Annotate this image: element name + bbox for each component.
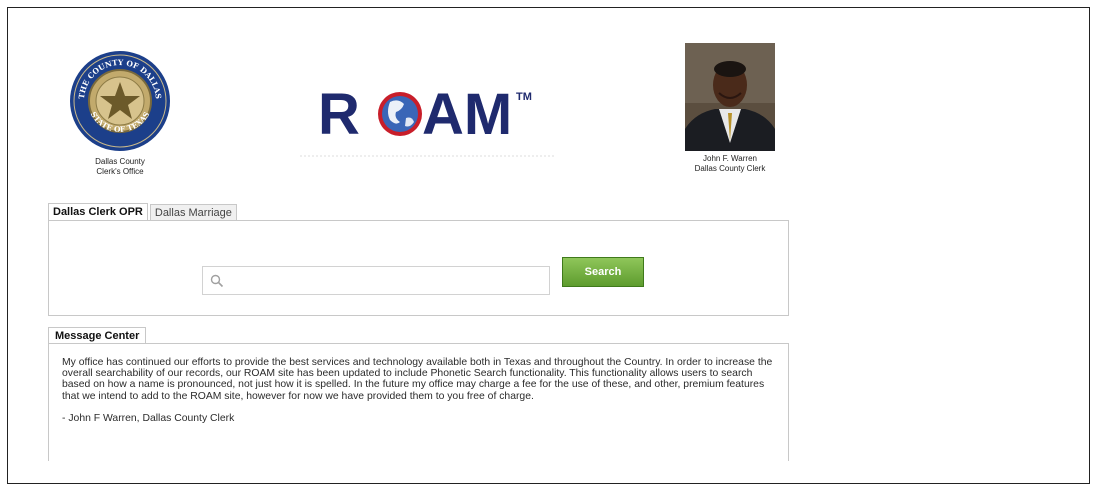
logo-letters-am: AM [422,82,512,147]
search-box[interactable] [202,266,550,295]
search-input[interactable] [224,267,549,294]
county-seal-block: THE COUNTY OF DALLAS STATE OF TEXAS Dall… [65,49,175,177]
search-button[interactable]: Search [562,257,644,287]
seal-caption: Dallas County Clerk's Office [65,157,175,177]
clerk-portrait-block: John F. Warren Dallas County Clerk [672,43,788,174]
logo-letter-r: R [318,82,360,147]
tab-dallas-marriage[interactable]: Dallas Marriage [149,204,237,221]
logo-trademark: TM [516,91,532,103]
clerk-portrait-photo [685,43,775,151]
page-frame: THE COUNTY OF DALLAS STATE OF TEXAS Dall… [7,7,1090,484]
seal-caption-line1: Dallas County [95,157,145,166]
roam-logo: R AM TM [298,78,556,162]
message-body: My office has continued our efforts to p… [62,357,774,424]
search-panel: Search [48,220,789,316]
globe-icon [378,92,422,136]
seal-caption-line2: Clerk's Office [96,167,144,176]
search-icon [210,274,224,287]
tab-dallas-clerk-opr[interactable]: Dallas Clerk OPR [48,203,148,221]
clerk-title: Dallas County Clerk [694,164,766,173]
message-signature: - John F Warren, Dallas County Clerk [62,412,235,424]
search-tabs: Dallas Clerk OPR Dallas Marriage [48,203,239,221]
portrait-caption: John F. Warren Dallas County Clerk [672,154,788,174]
clerk-name: John F. Warren [703,154,757,163]
message-center-panel: My office has continued our efforts to p… [48,343,789,461]
message-text: My office has continued our efforts to p… [62,357,773,402]
dallas-county-seal-icon: THE COUNTY OF DALLAS STATE OF TEXAS [70,51,170,151]
